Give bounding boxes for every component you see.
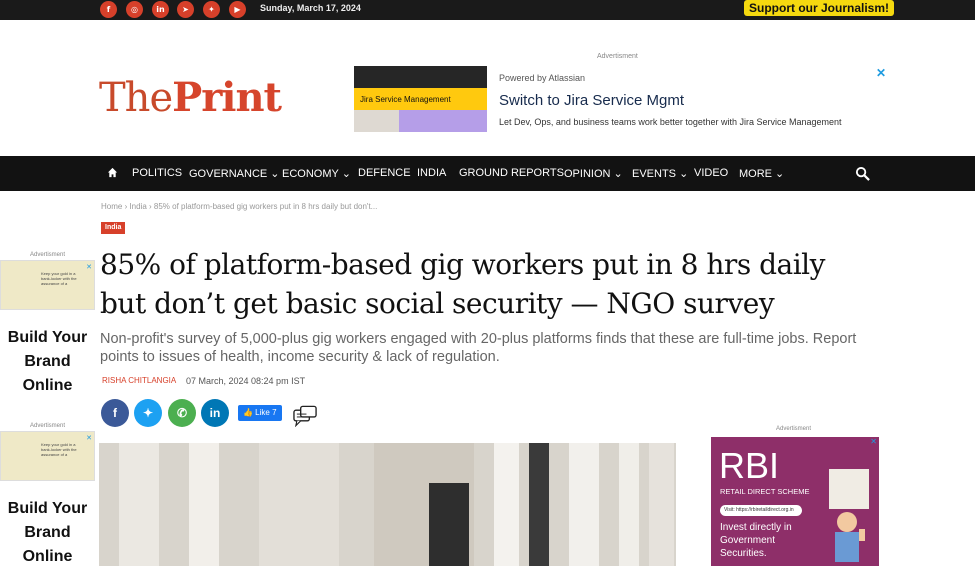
youtube-icon[interactable]: ▶ <box>229 1 246 18</box>
support-journalism-button[interactable]: Support our Journalism! <box>744 0 895 16</box>
nav-item-more[interactable]: MORE ⌄ <box>739 167 784 180</box>
nav-item-events[interactable]: EVENTS ⌄ <box>632 167 688 180</box>
nav-item-opinion[interactable]: OPINION ⌄ <box>564 167 623 180</box>
header-ad-powered: Powered by Atlassian <box>499 73 586 83</box>
nav-item-defence[interactable]: DEFENCE <box>358 167 411 179</box>
header-ad-image[interactable]: Jira Service Management <box>354 66 487 132</box>
header-ad-label: Advertisment <box>597 53 638 60</box>
share-whatsapp-icon[interactable]: ✆ <box>168 399 196 427</box>
side-ad-headline[interactable]: Build Your Brand Online <box>0 310 95 398</box>
main-nav: POLITICS GOVERNANCE ⌄ ECONOMY ⌄ DEFENCE INDI… <box>0 156 975 191</box>
twitter-icon[interactable]: ✦ <box>203 1 220 18</box>
article-title: 85% of platform-based gig workers put in… <box>100 248 825 320</box>
side-ad-image[interactable]: Keep your gold in a bank-locker with the… <box>0 431 95 481</box>
search-icon[interactable] <box>855 166 870 181</box>
header-ad[interactable]: Jira Service Management Powered by Atlas… <box>354 66 886 132</box>
side-ad-headline[interactable]: Build Your Brand Online <box>0 481 95 569</box>
site-logo[interactable]: ThePrint <box>99 74 282 121</box>
nav-item-groundreports[interactable]: GROUND REPORTS <box>459 167 564 179</box>
right-ad-scheme: RETAIL DIRECT SCHEME <box>720 487 810 496</box>
publish-time: 07 March, 2024 08:24 pm IST <box>186 376 306 386</box>
telegram-icon[interactable]: ➤ <box>177 1 194 18</box>
nav-item-economy[interactable]: ECONOMY ⌄ <box>282 167 351 180</box>
side-ad-text: Keep your gold in a bank-locker with the… <box>41 442 77 457</box>
close-icon[interactable]: ✕ <box>870 437 877 446</box>
share-facebook-icon[interactable]: f <box>101 399 129 427</box>
logo-the: The <box>99 75 173 121</box>
close-icon[interactable]: ✕ <box>876 66 886 80</box>
nav-item-politics[interactable]: POLITICS <box>132 167 182 179</box>
facebook-like-button[interactable]: 👍 Like 7 <box>238 405 282 421</box>
article-hero-image <box>99 443 676 566</box>
side-ad-text: Keep your gold in a bank-locker with the… <box>41 271 77 286</box>
header-ad-image-text: Jira Service Management <box>354 88 487 110</box>
share-twitter-icon[interactable]: ✦ <box>134 399 162 427</box>
linkedin-icon[interactable]: in <box>152 1 169 18</box>
nav-item-governance[interactable]: GOVERNANCE ⌄ <box>189 167 280 180</box>
header-ad-title[interactable]: Switch to Jira Service Mgmt <box>499 92 684 109</box>
side-ad-label: Advertisment <box>29 252 65 258</box>
comment-icon[interactable] <box>293 405 318 427</box>
nav-item-india[interactable]: INDIA <box>417 167 446 179</box>
current-date: Sunday, March 17, 2024 <box>260 3 361 13</box>
top-bar: f ◎ in ➤ ✦ ▶ Sunday, March 17, 2024 Support o… <box>0 0 975 20</box>
article-subtitle: Non-profit's survey of 5,000-plus gig wo… <box>100 331 857 365</box>
facebook-icon[interactable]: f <box>100 1 117 18</box>
side-ad-image[interactable]: Keep your gold in a bank-locker with the… <box>0 260 95 310</box>
side-ad-1[interactable]: Advertisment Keep your gold in a bank-lo… <box>0 252 95 398</box>
side-ad-label: Advertisment <box>29 423 65 429</box>
right-ad-url: Visit: https://rbiretaildirect.org.in <box>720 505 802 516</box>
side-ad-2[interactable]: Advertisment Keep your gold in a bank-lo… <box>0 423 95 569</box>
logo-print: Print <box>172 74 282 121</box>
share-linkedin-icon[interactable]: in <box>201 399 229 427</box>
header-ad-description: Let Dev, Ops, and business teams work be… <box>499 117 842 127</box>
close-icon[interactable]: ✕ <box>86 263 92 271</box>
right-ad-label: Advertisment <box>776 426 812 432</box>
instagram-icon[interactable]: ◎ <box>126 1 143 18</box>
author-link[interactable]: RISHA CHITLANGIA <box>102 376 176 385</box>
right-ad[interactable]: RBI RETAIL DIRECT SCHEME Visit: https://… <box>711 437 879 566</box>
right-ad-invest: Invest directly in Government Securities… <box>720 522 792 559</box>
category-tag[interactable]: India <box>101 222 126 234</box>
right-ad-rbi: RBI <box>719 445 780 486</box>
home-icon[interactable] <box>107 167 118 178</box>
breadcrumb[interactable]: Home › India › 85% of platform-based gig… <box>101 202 377 211</box>
nav-item-video[interactable]: VIDEO <box>694 167 728 179</box>
mascot-illustration <box>829 469 869 562</box>
close-icon[interactable]: ✕ <box>86 434 92 442</box>
